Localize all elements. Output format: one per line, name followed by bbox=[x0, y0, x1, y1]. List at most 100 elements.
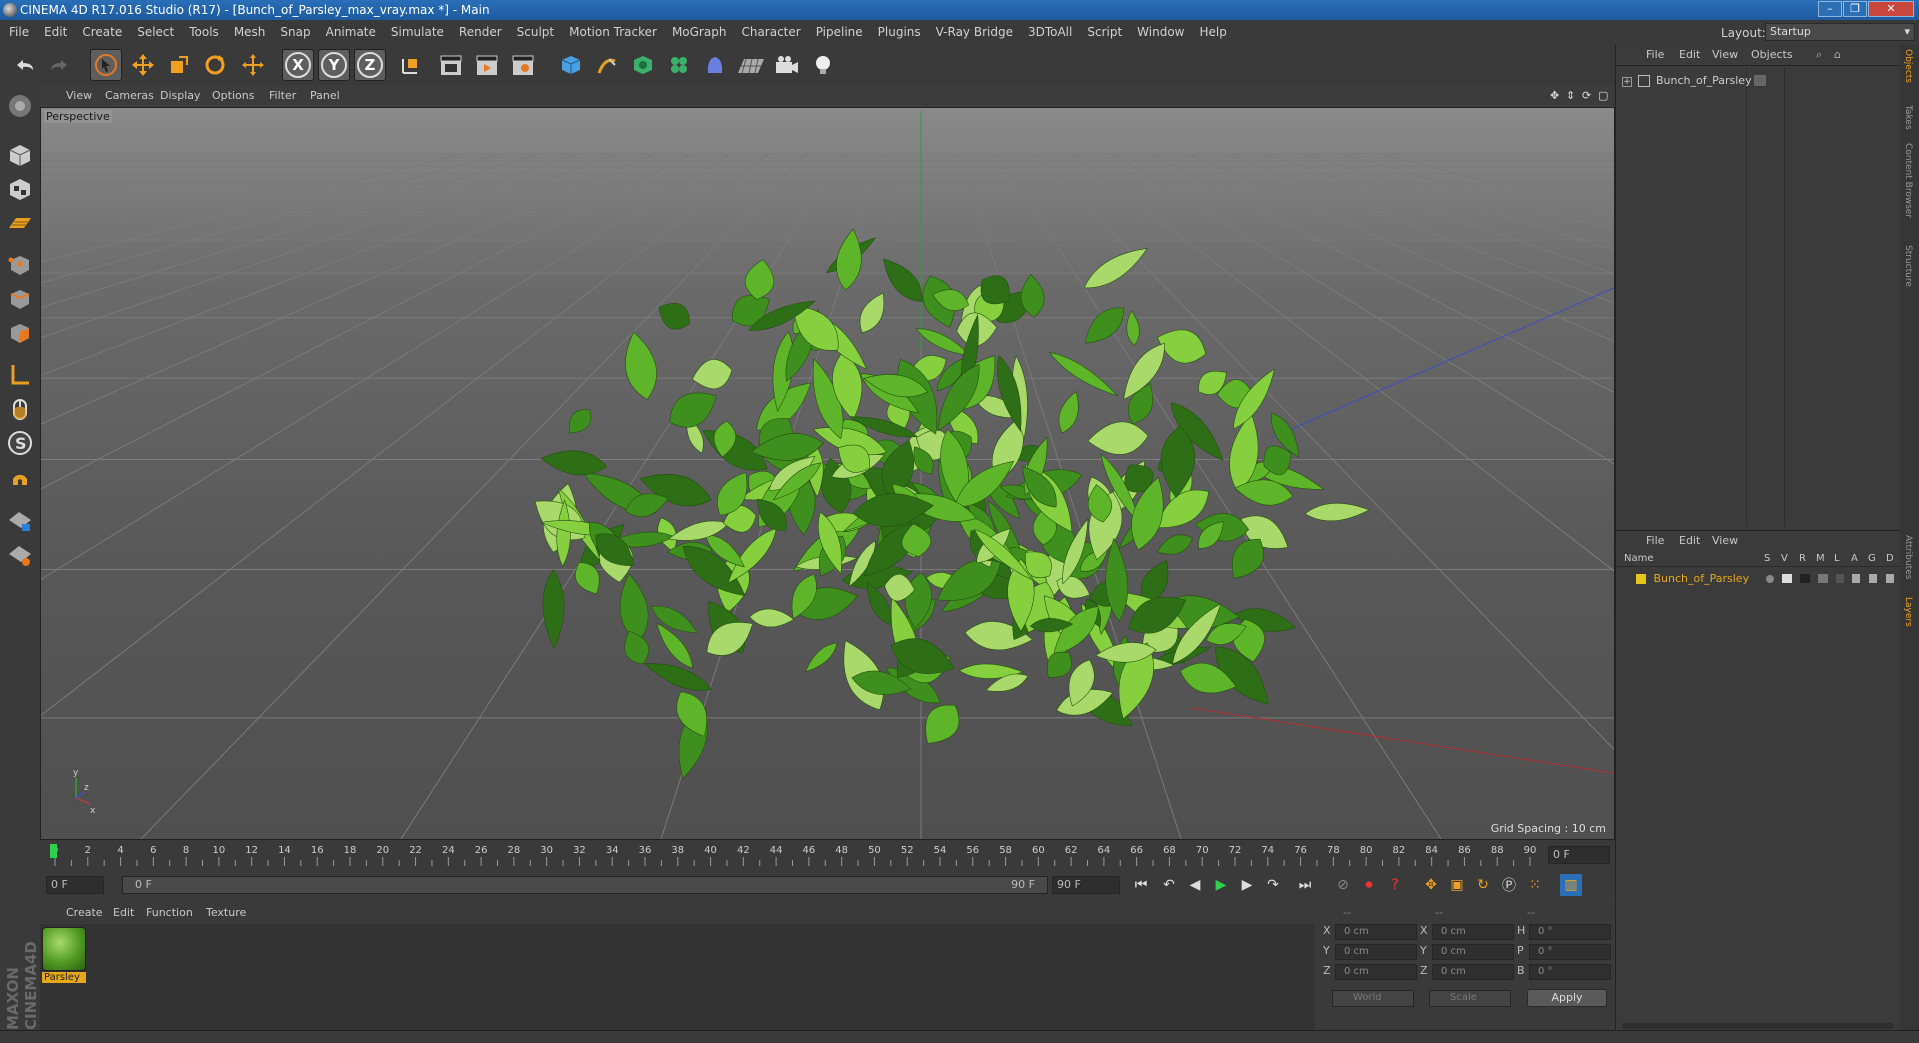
menu-edit[interactable]: Edit bbox=[44, 20, 67, 45]
tab-takes[interactable]: Takes bbox=[1903, 105, 1913, 130]
select-tool-button[interactable] bbox=[90, 49, 122, 81]
home-icon[interactable]: ⌂ bbox=[1834, 45, 1841, 65]
size-mode-select[interactable]: Scale bbox=[1429, 990, 1511, 1007]
size-x-field[interactable]: 0 cm bbox=[1432, 924, 1514, 940]
model-mode-button[interactable] bbox=[4, 139, 36, 171]
autokey-button[interactable]: ? bbox=[1384, 874, 1406, 896]
viewport-move-icon[interactable]: ✥ bbox=[1550, 85, 1559, 107]
end-frame-field[interactable]: 90 F bbox=[1052, 876, 1120, 894]
tab-attributes[interactable]: Attributes bbox=[1903, 535, 1913, 579]
start-frame-field[interactable]: 0 F bbox=[46, 876, 104, 894]
layers-menu-file[interactable]: File bbox=[1646, 531, 1664, 551]
workplane-mode-button[interactable] bbox=[4, 207, 36, 239]
x-axis-lock-button[interactable]: X bbox=[282, 49, 314, 81]
previous-key-button[interactable]: ↶ bbox=[1158, 874, 1180, 896]
viewport-rotate-icon[interactable]: ⟳ bbox=[1582, 85, 1591, 107]
menu-select[interactable]: Select bbox=[137, 20, 174, 45]
object-row-bunch-of-parsley[interactable]: + Bunch_of_Parsley bbox=[1622, 73, 1752, 89]
menu-script[interactable]: Script bbox=[1087, 20, 1122, 45]
layer-row[interactable]: Bunch_of_Parsley bbox=[1622, 571, 1900, 587]
go-to-start-button[interactable]: ⏮ bbox=[1130, 874, 1152, 896]
make-editable-button[interactable] bbox=[4, 90, 36, 122]
manager-toggle-icon[interactable] bbox=[1818, 574, 1828, 583]
coordinate-mode-select[interactable]: World bbox=[1332, 990, 1414, 1007]
objects-menu-view[interactable]: View bbox=[1712, 45, 1738, 65]
pos-z-field[interactable]: 0 cm bbox=[1335, 964, 1417, 980]
add-deformer-button[interactable] bbox=[700, 50, 730, 80]
viewport-menu-view[interactable]: View bbox=[66, 85, 92, 107]
render-view-button[interactable] bbox=[436, 50, 466, 80]
go-to-end-button[interactable]: ⏭ bbox=[1294, 874, 1316, 896]
key-position-button[interactable]: ✥ bbox=[1420, 874, 1442, 896]
material-menu-function[interactable]: Function bbox=[146, 902, 193, 924]
add-cube-button[interactable] bbox=[556, 50, 586, 80]
viewport-menu-options[interactable]: Options bbox=[212, 85, 254, 107]
viewport-menu-filter[interactable]: Filter bbox=[269, 85, 296, 107]
objects-menu-objects[interactable]: Objects bbox=[1751, 45, 1793, 65]
viewport-menu-panel[interactable]: Panel bbox=[310, 85, 340, 107]
timeline-window-button[interactable]: ▥ bbox=[1560, 874, 1582, 896]
menu-pipeline[interactable]: Pipeline bbox=[816, 20, 863, 45]
menu-render[interactable]: Render bbox=[459, 20, 502, 45]
add-spline-button[interactable] bbox=[592, 50, 622, 80]
previous-frame-button[interactable]: ◀ bbox=[1184, 874, 1206, 896]
transform-tool-button[interactable] bbox=[238, 50, 268, 80]
menu-tools[interactable]: Tools bbox=[189, 20, 219, 45]
key-pla-button[interactable]: ⁙ bbox=[1524, 874, 1546, 896]
scale-tool-button[interactable] bbox=[164, 50, 194, 80]
menu-vray-bridge[interactable]: V-Ray Bridge bbox=[936, 20, 1013, 45]
render-settings-button[interactable] bbox=[508, 50, 538, 80]
z-axis-lock-button[interactable]: Z bbox=[354, 49, 386, 81]
rotate-tool-button[interactable] bbox=[200, 50, 230, 80]
menu-mesh[interactable]: Mesh bbox=[234, 20, 266, 45]
rot-p-field[interactable]: 0 ° bbox=[1529, 944, 1611, 960]
menu-animate[interactable]: Animate bbox=[326, 20, 376, 45]
eye-icon[interactable] bbox=[1782, 574, 1792, 583]
autokey-disabled-button[interactable]: ⊘ bbox=[1332, 874, 1354, 896]
render-to-picture-viewer-button[interactable] bbox=[472, 50, 502, 80]
viewport-menu-display[interactable]: Display bbox=[160, 85, 201, 107]
material-parsley[interactable]: Parsley bbox=[42, 927, 86, 985]
axis-mode-button[interactable] bbox=[4, 359, 36, 391]
material-menu-edit[interactable]: Edit bbox=[113, 902, 134, 924]
material-menu-texture[interactable]: Texture bbox=[206, 902, 246, 924]
layer-solo-toggle[interactable] bbox=[1766, 575, 1774, 583]
points-mode-button[interactable] bbox=[4, 249, 36, 281]
playhead-marker[interactable] bbox=[50, 844, 57, 858]
polygons-mode-button[interactable] bbox=[4, 317, 36, 349]
tab-layers[interactable]: Layers bbox=[1903, 597, 1913, 627]
viewport-menu-cameras[interactable]: Cameras bbox=[105, 85, 154, 107]
objects-menu-edit[interactable]: Edit bbox=[1679, 45, 1700, 65]
timeline-ruler[interactable]: 0246810121416182022242628303234363840424… bbox=[40, 840, 1615, 870]
redo-button[interactable] bbox=[44, 50, 74, 80]
add-generator-button[interactable] bbox=[628, 50, 658, 80]
snapping-button[interactable]: S bbox=[4, 427, 36, 459]
viewport-zoom-icon[interactable]: ⇕ bbox=[1566, 85, 1575, 107]
layer-tag-icon[interactable] bbox=[1754, 75, 1766, 86]
lock-workplane-button[interactable] bbox=[4, 505, 36, 537]
key-parameter-button[interactable]: Ⓟ bbox=[1498, 874, 1520, 896]
menu-character[interactable]: Character bbox=[741, 20, 800, 45]
undo-button[interactable] bbox=[10, 50, 40, 80]
expand-icon[interactable]: + bbox=[1622, 77, 1632, 87]
close-button[interactable]: ✕ bbox=[1868, 1, 1914, 17]
add-mograph-button[interactable] bbox=[664, 50, 694, 80]
layers-menu-view[interactable]: View bbox=[1712, 531, 1738, 551]
layer-color-swatch[interactable] bbox=[1636, 574, 1646, 584]
edges-mode-button[interactable] bbox=[4, 283, 36, 315]
menu-3dtoall[interactable]: 3DToAll bbox=[1028, 20, 1072, 45]
layout-select[interactable]: Startup ▾ bbox=[1765, 23, 1915, 41]
tab-structure[interactable]: Structure bbox=[1903, 245, 1913, 287]
menu-window[interactable]: Window bbox=[1137, 20, 1184, 45]
play-button[interactable]: ▶ bbox=[1210, 874, 1232, 896]
lock-icon[interactable] bbox=[1836, 574, 1844, 583]
move-tool-button[interactable] bbox=[128, 50, 158, 80]
next-frame-button[interactable]: ▶ bbox=[1236, 874, 1258, 896]
apply-button[interactable]: Apply bbox=[1527, 989, 1607, 1007]
y-axis-lock-button[interactable]: Y bbox=[318, 49, 350, 81]
tweak-mode-button[interactable] bbox=[4, 393, 36, 425]
minimize-button[interactable]: – bbox=[1818, 1, 1842, 17]
menu-sculpt[interactable]: Sculpt bbox=[517, 20, 554, 45]
generator-toggle-icon[interactable] bbox=[1869, 574, 1877, 583]
menu-snap[interactable]: Snap bbox=[280, 20, 310, 45]
